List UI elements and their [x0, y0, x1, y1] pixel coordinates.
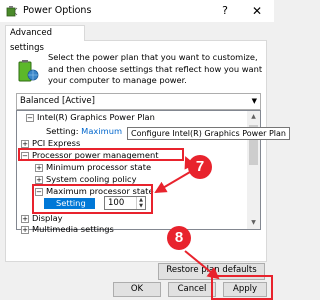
tree-item-label: System cooling policy [46, 174, 137, 184]
cancel-button[interactable]: Cancel [168, 282, 216, 297]
tree-item-label: Multimedia settings [32, 224, 114, 234]
tree-item-graphics-setting[interactable]: Setting: Maximum [46, 126, 122, 136]
chevron-down-icon: ▼ [251, 97, 257, 105]
highlight-processor-power-management [18, 148, 184, 161]
tree-item-minimum-processor-state[interactable]: + Minimum processor state [35, 162, 151, 172]
power-plan-dropdown[interactable]: Balanced [Active] ▼ [16, 93, 261, 110]
setting-label: Setting: [46, 126, 79, 136]
collapse-icon[interactable]: − [26, 113, 34, 122]
battery-globe-icon [18, 60, 39, 82]
power-plan-value: Balanced [Active] [20, 96, 95, 106]
scroll-up-arrow-icon[interactable]: ▲ [247, 111, 260, 123]
tree-item-label: Minimum processor state [46, 162, 152, 172]
power-options-icon [6, 6, 18, 17]
highlight-apply-button [211, 275, 273, 300]
tree-item-system-cooling-policy[interactable]: + System cooling policy [35, 174, 137, 184]
tree-item-pci-express[interactable]: + PCI Express [21, 138, 80, 148]
tree-item-label: PCI Express [32, 138, 81, 148]
tooltip: Configure Intel(R) Graphics Power Plan [127, 127, 290, 140]
help-button[interactable]: ? [210, 0, 240, 22]
tree-item-multimedia-settings[interactable]: + Multimedia settings [21, 224, 114, 234]
expand-icon[interactable]: + [21, 139, 29, 148]
tab-advanced-settings[interactable]: Advanced settings [5, 25, 85, 53]
expand-icon[interactable]: + [35, 175, 43, 184]
expand-icon[interactable]: + [21, 225, 29, 234]
step-7-badge: 7 [188, 155, 212, 179]
scroll-down-arrow-icon[interactable]: ▼ [247, 217, 260, 229]
ok-button[interactable]: OK [113, 282, 161, 297]
highlight-maximum-processor-state [32, 184, 153, 214]
tree-item-label: Intel(R) Graphics Power Plan [37, 112, 155, 122]
intro-text: Select the power plan that you want to c… [48, 52, 263, 85]
expand-icon[interactable]: + [21, 214, 29, 223]
step-8-badge: 8 [167, 226, 191, 250]
window-title: Power Options [23, 5, 92, 16]
close-button[interactable]: ✕ [240, 0, 274, 22]
setting-value: Maximum [81, 126, 123, 136]
tree-item-intel-graphics[interactable]: − Intel(R) Graphics Power Plan [26, 112, 155, 122]
expand-icon[interactable]: + [35, 163, 43, 172]
title-bar: Power Options ? ✕ [0, 0, 274, 22]
